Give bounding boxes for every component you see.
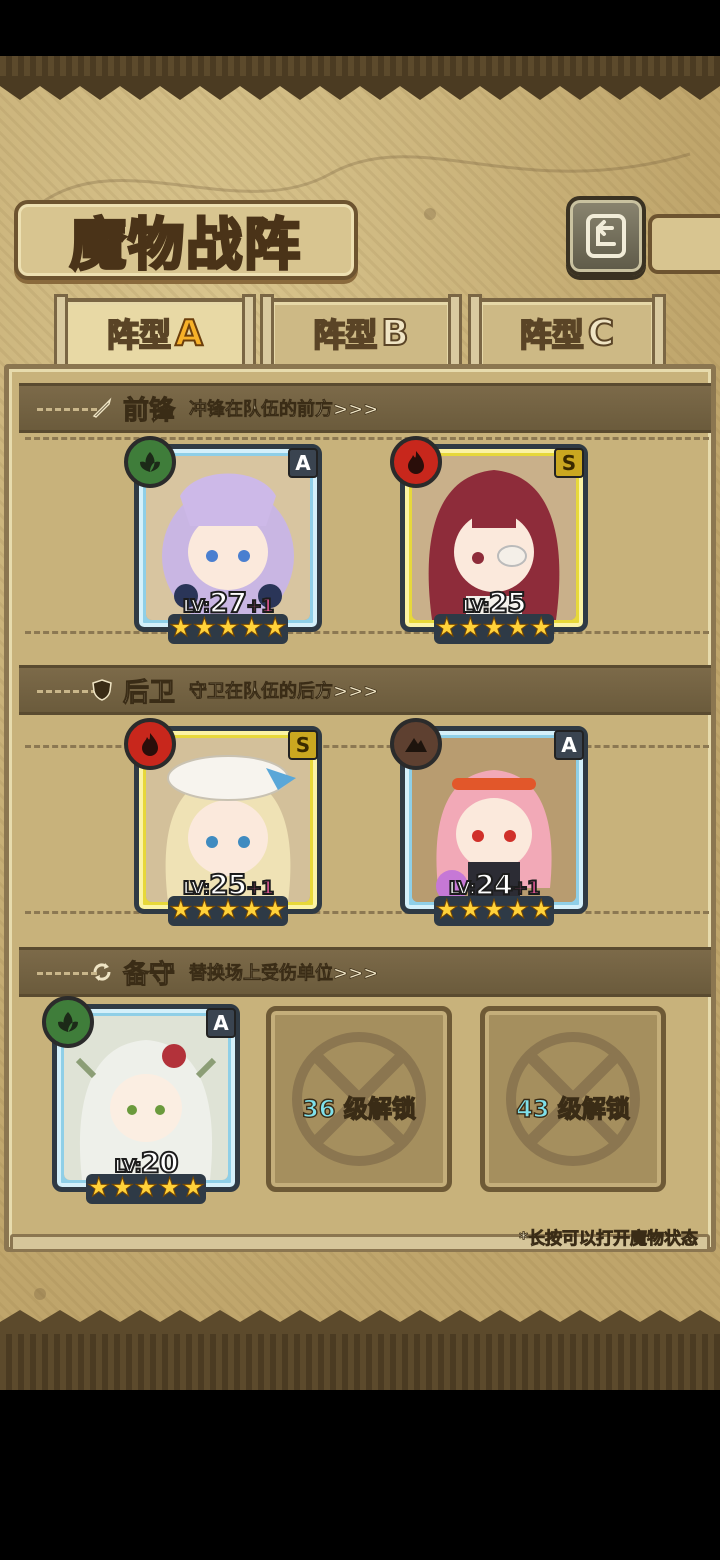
section-desc: 守卫在队伍的后方>>> [189, 681, 379, 703]
tab-formation-a[interactable]: 阵型 A [54, 294, 256, 372]
tab-prefix: 阵型 [106, 315, 172, 355]
star-icon: ★ [482, 613, 506, 643]
star-icon: ★ [239, 895, 264, 925]
locked-slot-2[interactable]: 43 级解锁 [480, 1006, 666, 1192]
star-icon: ★ [169, 613, 193, 643]
back-button[interactable] [566, 196, 646, 276]
section-dash [37, 972, 97, 975]
section-dash [37, 690, 97, 693]
star-icon: ★ [192, 613, 217, 643]
game-screen: 魔物战阵 阵型 A 阵型 B 阵型 C 前锋 冲锋在队伍的前方>>> 后卫 守卫… [0, 0, 720, 1390]
star-icon: ★ [505, 895, 530, 925]
row-divider [25, 437, 709, 440]
tab-label: 阵型 C [476, 298, 658, 368]
long-press-hint: *长按可以打开魔物状态 [519, 1229, 699, 1250]
section-title: 前锋 [122, 395, 176, 426]
star-icon: ★ [263, 895, 287, 925]
rank-badge: A [288, 448, 318, 478]
back-arrow-icon [586, 214, 626, 258]
section-title: 后卫 [122, 677, 176, 708]
star-icon: ★ [169, 895, 193, 925]
rank-badge: A [206, 1008, 236, 1038]
unit-card-back-2[interactable]: A LV:24+1 ★ ★ ★ ★ ★ [390, 718, 588, 926]
section-header-reserve: 备守 替换场上受伤单位>>> [19, 947, 711, 997]
tab-letter: A [174, 312, 204, 355]
tab-label: 阵型 A [62, 298, 248, 368]
element-fire-icon [390, 436, 442, 488]
locked-slot-1[interactable]: 36 级解锁 [266, 1006, 452, 1192]
section-header-front: 前锋 冲锋在队伍的前方>>> [19, 383, 711, 433]
star-rating: ★ ★ ★ ★ ★ [168, 896, 288, 926]
section-desc: 冲锋在队伍的前方>>> [189, 399, 379, 421]
section-dash [37, 408, 97, 411]
bottom-border-trim [0, 1330, 720, 1390]
section-header-back: 后卫 守卫在队伍的后方>>> [19, 665, 711, 715]
star-icon: ★ [216, 895, 240, 925]
row-divider [25, 631, 709, 634]
swap-icon [89, 959, 115, 985]
status-bar-area [0, 0, 720, 56]
rank-badge: S [554, 448, 584, 478]
star-icon: ★ [529, 613, 553, 643]
unit-card-front-1[interactable]: A LV:27+1 ★ ★ ★ ★ ★ [124, 436, 322, 644]
star-icon: ★ [87, 1173, 111, 1203]
shield-icon [89, 677, 115, 703]
tab-prefix: 阵型 [519, 315, 585, 355]
tab-label: 阵型 B [268, 298, 454, 368]
section-title: 备守 [122, 959, 176, 990]
star-icon: ★ [458, 613, 483, 643]
star-rating: ★ ★ ★ ★ ★ [86, 1174, 206, 1204]
unit-card-reserve-1[interactable]: A LV:20 ★ ★ ★ ★ ★ [42, 996, 240, 1204]
star-icon: ★ [134, 1173, 158, 1203]
star-icon: ★ [157, 1173, 182, 1203]
star-icon: ★ [181, 1173, 205, 1203]
star-icon: ★ [435, 895, 459, 925]
title-plaque: 魔物战阵 [14, 200, 358, 280]
star-icon: ★ [458, 895, 483, 925]
element-leaf-icon [124, 436, 176, 488]
star-icon: ★ [216, 613, 240, 643]
rank-badge: S [288, 730, 318, 760]
section-desc: 替换场上受伤单位>>> [189, 963, 379, 985]
star-icon: ★ [505, 613, 530, 643]
star-icon: ★ [192, 895, 217, 925]
unlock-level: 43 [515, 1094, 550, 1123]
star-icon: ★ [529, 895, 553, 925]
tab-letter: C [587, 312, 615, 355]
section-head: 备守 替换场上受伤单位>>> [89, 950, 379, 994]
unlock-suffix: 级解锁 [557, 1094, 630, 1123]
top-zigzag-edge [0, 76, 720, 100]
star-icon: ★ [482, 895, 506, 925]
tab-prefix: 阵型 [312, 315, 378, 355]
element-leaf-icon [42, 996, 94, 1048]
star-icon: ★ [110, 1173, 135, 1203]
section-head: 后卫 守卫在队伍的后方>>> [89, 668, 379, 712]
unlock-text: 36 级解锁 [271, 1089, 447, 1124]
unit-card-back-1[interactable]: S LV:25+1 ★ ★ ★ ★ ★ [124, 718, 322, 926]
star-rating: ★ ★ ★ ★ ★ [434, 614, 554, 644]
page-title: 魔物战阵 [69, 210, 302, 279]
right-decor-plaque [648, 214, 720, 274]
star-icon: ★ [435, 613, 459, 643]
tab-letter: B [380, 312, 409, 355]
row-divider [25, 911, 709, 914]
element-fire-icon [124, 718, 176, 770]
star-icon: ★ [239, 613, 264, 643]
star-rating: ★ ★ ★ ★ ★ [168, 614, 288, 644]
star-icon: ★ [263, 613, 287, 643]
tab-formation-b[interactable]: 阵型 B [260, 294, 462, 372]
sword-icon [89, 395, 115, 421]
unlock-text: 43 级解锁 [485, 1089, 661, 1124]
bottom-zigzag-edge [0, 1310, 720, 1334]
rank-badge: A [554, 730, 584, 760]
element-earth-icon [390, 718, 442, 770]
unlock-level: 36 [301, 1094, 336, 1123]
star-rating: ★ ★ ★ ★ ★ [434, 896, 554, 926]
unit-card-front-2[interactable]: S LV:25 ★ ★ ★ ★ ★ [390, 436, 588, 644]
section-head: 前锋 冲锋在队伍的前方>>> [89, 386, 379, 430]
unlock-suffix: 级解锁 [343, 1094, 416, 1123]
tab-formation-c[interactable]: 阵型 C [468, 294, 666, 372]
